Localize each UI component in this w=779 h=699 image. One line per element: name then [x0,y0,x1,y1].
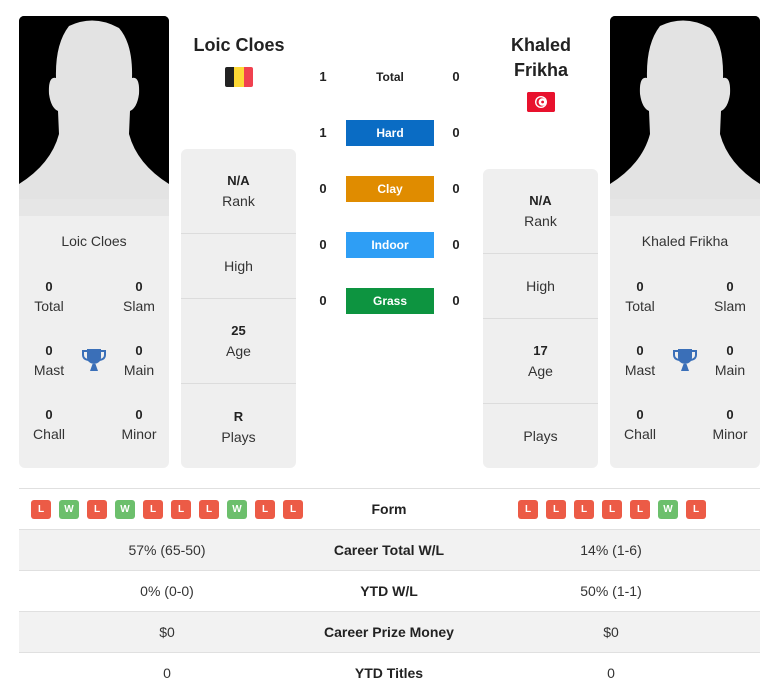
stat-slam: 0 Slam [714,279,746,314]
form-badge-loss[interactable]: L [574,500,594,519]
form-badge-loss[interactable]: L [171,500,191,519]
player-stats-card-right: Khaled Frikha 0 Total 0 Slam 0 Mast 0 Main 0… [610,216,760,468]
stat-minor: 0 Minor [712,407,748,442]
form-badge-loss[interactable]: L [87,500,107,519]
form-badges-right: LLLLLWL [518,500,706,519]
silhouette-icon [19,16,169,216]
h2h-row-grass: 0 Grass 0 [310,287,470,315]
info-plays: Plays [523,428,558,444]
player-info-right: N/A Rank High 17 Age Plays [483,169,598,468]
surface-badge-clay: Clay [346,176,434,202]
stat-minor: 0 Minor [121,407,157,442]
form-badge-loss[interactable]: L [518,500,538,519]
form-badges-left: LWLWLLLWLL [31,500,303,519]
stat-main: 0 Main [123,343,155,378]
info-rank: N/A Rank [181,149,296,234]
table-row: 57% (65-50) Career Total W/L 14% (1-6) [19,530,760,571]
player-info-left: N/A Rank High 25 Age R Plays [181,149,296,468]
form-badge-win[interactable]: W [227,500,247,519]
stat-chall: 0 Chall [33,407,65,442]
form-badge-loss[interactable]: L [31,500,51,519]
player-heading-right[interactable]: Khaled Frikha [466,33,616,83]
table-row: 0% (0-0) YTD W/L 50% (1-1) [19,571,760,612]
stat-slam: 0 Slam [123,279,155,314]
comparison-table: LWLWLLLWLL Form LLLLLWL 57% (65-50) Care… [19,488,760,694]
form-badge-loss[interactable]: L [143,500,163,519]
form-label: Form [371,501,407,517]
info-plays: R Plays [221,408,256,445]
form-badge-loss[interactable]: L [283,500,303,519]
player-name-left: Loic Cloes [61,233,127,249]
stat-mast: 0 Mast [33,343,65,378]
form-badge-win[interactable]: W [658,500,678,519]
player-name-right: Khaled Frikha [641,233,729,249]
surface-badge-grass: Grass [346,288,434,314]
h2h-row-total: 1 Total 0 [310,63,470,91]
surface-badge-indoor: Indoor [346,232,434,258]
form-badge-loss[interactable]: L [199,500,219,519]
stat-total: 0 Total [34,279,64,314]
h2h-row-clay: 0 Clay 0 [310,175,470,203]
info-rank: N/A Rank [483,169,598,254]
player-stats-card-left: Loic Cloes 0 Total 0 Slam 0 Mast 0 Main 0 Cha… [19,216,169,468]
stat-chall: 0 Chall [624,407,656,442]
form-badge-loss[interactable]: L [255,500,275,519]
h2h-row-indoor: 0 Indoor 0 [310,231,470,259]
form-badge-loss[interactable]: L [686,500,706,519]
form-badge-loss[interactable]: L [546,500,566,519]
h2h-row-hard: 1 Hard 0 [310,119,470,147]
info-age: 25 Age [181,299,296,384]
table-row: $0 Career Prize Money $0 [19,612,760,653]
silhouette-icon [610,16,760,216]
form-row: LWLWLLLWLL Form LLLLLWL [19,489,760,530]
info-age: 17 Age [483,319,598,404]
stat-main: 0 Main [714,343,746,378]
trophy-icon [82,349,106,371]
surface-badge-hard: Hard [346,120,434,146]
form-badge-win[interactable]: W [59,500,79,519]
info-high: High [181,234,296,299]
player-photo-right [610,16,760,216]
table-row: 0 YTD Titles 0 [163,665,615,681]
trophy-icon [673,349,697,371]
surface-label-total: Total [376,70,404,84]
form-badge-loss[interactable]: L [630,500,650,519]
info-high: High [483,254,598,319]
stat-total: 0 Total [625,279,655,314]
belgium-flag-icon [225,67,253,87]
player-heading-left[interactable]: Loic Cloes [164,33,314,58]
stat-mast: 0 Mast [624,343,656,378]
tunisia-flag-icon [527,92,555,112]
player-photo-left [19,16,169,216]
form-badge-loss[interactable]: L [602,500,622,519]
form-badge-win[interactable]: W [115,500,135,519]
